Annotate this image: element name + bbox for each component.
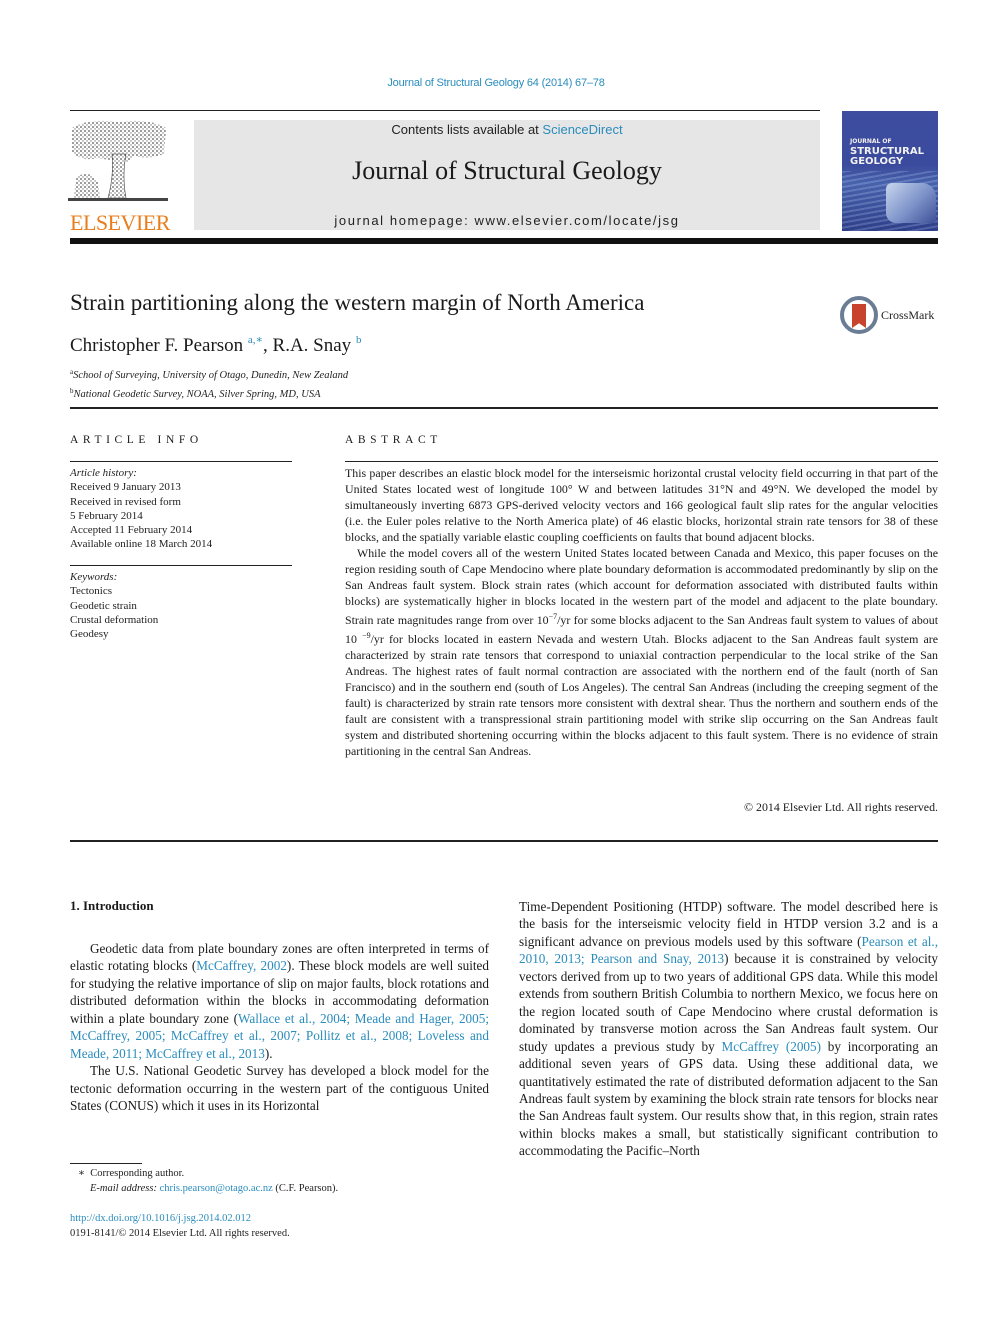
abstract-copyright: © 2014 Elsevier Ltd. All rights reserved… xyxy=(744,800,938,814)
abstract-paragraph: While the model covers all of the wester… xyxy=(345,545,938,759)
email-link[interactable]: chris.pearson@otago.ac.nz xyxy=(160,1183,273,1194)
author-affiliation-mark[interactable]: a,∗ xyxy=(248,334,263,346)
footnote-divider xyxy=(70,1163,142,1164)
elsevier-tree-icon xyxy=(68,120,168,201)
keywords-divider xyxy=(70,565,292,566)
history-item: Available online 18 March 2014 xyxy=(70,538,213,551)
issn-copyright: 0191-8141/© 2014 Elsevier Ltd. All right… xyxy=(70,1228,290,1239)
reference-link[interactable]: McCaffrey (2005) xyxy=(721,1039,821,1054)
history-item: Accepted 11 February 2014 xyxy=(70,524,193,537)
body-text: ). xyxy=(264,1045,273,1061)
cover-title: JOURNAL OF STRUCTURAL GEOLOGY xyxy=(850,137,924,167)
sciencedirect-link[interactable]: ScienceDirect xyxy=(542,122,622,137)
abstract-heading: ABSTRACT xyxy=(345,434,442,446)
article-info-heading: ARTICLE INFO xyxy=(70,434,203,446)
email-suffix: (C.F. Pearson). xyxy=(272,1183,339,1194)
keywords: Keywords: Tectonics Geodetic strain Crus… xyxy=(70,570,158,641)
keyword-item: Geodetic strain xyxy=(70,599,137,612)
affiliation-text: National Geodetic Survey, NOAA, Silver S… xyxy=(73,388,321,400)
affiliations: aSchool of Surveying, University of Otag… xyxy=(70,365,348,402)
journal-cover-image[interactable]: JOURNAL OF STRUCTURAL GEOLOGY xyxy=(842,111,938,231)
article-history: Article history: Received 9 January 2013… xyxy=(70,466,212,552)
body-column-right: Time-Dependent Positioning (HTDP) softwa… xyxy=(519,898,938,1160)
affiliation-text: School of Surveying, University of Otago… xyxy=(73,370,349,381)
contents-prefix: Contents lists available at xyxy=(391,122,543,137)
body-text: by incorporating an additional seven yea… xyxy=(519,1038,938,1159)
author-name[interactable]: R.A. Snay xyxy=(273,335,352,356)
history-item: Received in revised form xyxy=(70,495,181,508)
affiliation-divider xyxy=(70,407,938,409)
keyword-item: Tectonics xyxy=(70,585,112,598)
article-history-label: Article history: xyxy=(70,467,137,479)
header-thick-divider xyxy=(70,238,938,244)
crossmark-button[interactable]: CrossMark xyxy=(840,296,940,336)
corresponding-text: Corresponding author. xyxy=(90,1168,185,1179)
crossmark-icon xyxy=(840,296,878,334)
corresponding-mark: ∗ xyxy=(77,1168,86,1179)
author-name[interactable]: Christopher F. Pearson xyxy=(70,335,243,356)
cover-rock xyxy=(886,183,936,223)
body-column-left: 1. Introduction Geodetic data from plate… xyxy=(70,898,489,1115)
cover-title-line3: GEOLOGY xyxy=(850,156,904,167)
introduction-text-right: Time-Dependent Positioning (HTDP) softwa… xyxy=(519,898,938,1160)
abstract-body: This paper describes an elastic block mo… xyxy=(345,465,938,759)
section-heading-introduction: 1. Introduction xyxy=(70,898,154,913)
article-title: Strain partitioning along the western ma… xyxy=(70,290,645,315)
author-list: Christopher F. Pearson a,∗, R.A. Snay b xyxy=(70,333,361,357)
doi-block: http://dx.doi.org/10.1016/j.jsg.2014.02.… xyxy=(70,1211,290,1241)
abstract-divider xyxy=(345,461,938,462)
footnote: ∗ Corresponding author. E-mail address: … xyxy=(70,1166,338,1196)
body-paragraph: The U.S. National Geodetic Survey has de… xyxy=(70,1063,489,1114)
journal-citation-link[interactable]: Journal of Structural Geology 64 (2014) … xyxy=(0,77,992,89)
affiliation-item: bNational Geodetic Survey, NOAA, Silver … xyxy=(70,384,348,403)
keyword-item: Geodesy xyxy=(70,628,109,641)
header-divider xyxy=(70,110,820,111)
exponent: −7 xyxy=(548,612,558,621)
journal-masthead: Contents lists available at ScienceDirec… xyxy=(194,120,820,230)
keyword-item: Crustal deformation xyxy=(70,613,159,626)
contents-line: Contents lists available at ScienceDirec… xyxy=(194,122,820,137)
crossmark-label: CrossMark xyxy=(881,308,935,322)
keywords-label: Keywords: xyxy=(70,571,118,583)
elsevier-logo[interactable]: ELSEVIER xyxy=(68,118,172,235)
article-info-divider xyxy=(70,461,292,462)
crossmark-ribbon-icon xyxy=(852,304,866,328)
abstract-paragraph: This paper describes an elastic block mo… xyxy=(345,466,938,544)
reference-link[interactable]: McCaffrey, 2002 xyxy=(196,958,287,973)
body-paragraph: Time-Dependent Positioning (HTDP) softwa… xyxy=(519,898,938,1160)
abstract-end-divider xyxy=(70,840,938,842)
affiliation-item: aSchool of Surveying, University of Otag… xyxy=(70,365,348,384)
doi-link[interactable]: http://dx.doi.org/10.1016/j.jsg.2014.02.… xyxy=(70,1213,251,1224)
exponent: −9 xyxy=(362,630,371,640)
abstract-text: /yr for blocks located in eastern Nevada… xyxy=(345,631,938,758)
email-label: E-mail address: xyxy=(90,1183,157,1194)
history-item: Received 9 January 2013 xyxy=(70,481,181,494)
author-separator: , xyxy=(263,335,273,356)
elsevier-wordmark: ELSEVIER xyxy=(70,210,170,235)
corresponding-author-note: ∗ Corresponding author. xyxy=(70,1166,338,1181)
body-paragraph: Geodetic data from plate boundary zones … xyxy=(70,940,489,1062)
history-item: 5 February 2014 xyxy=(70,509,143,522)
journal-name: Journal of Structural Geology xyxy=(352,156,662,185)
journal-homepage[interactable]: journal homepage: www.elsevier.com/locat… xyxy=(194,213,820,228)
email-note: E-mail address: chris.pearson@otago.ac.n… xyxy=(70,1181,338,1196)
author-affiliation-mark[interactable]: b xyxy=(356,334,362,346)
introduction-text-left: Geodetic data from plate boundary zones … xyxy=(70,940,489,1115)
